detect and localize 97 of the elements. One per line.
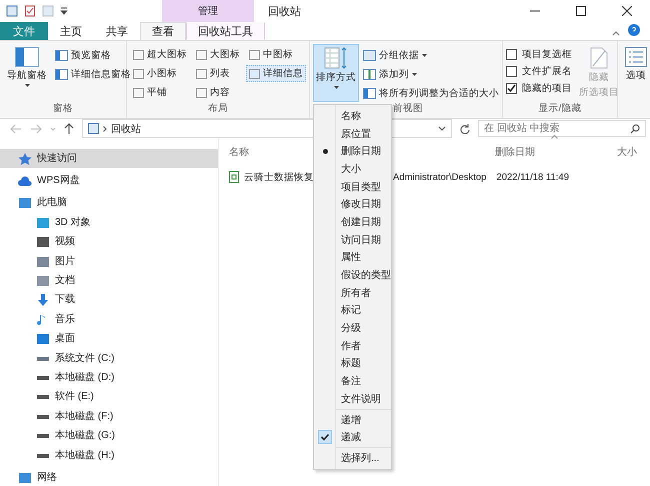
nav-item[interactable]: 本地磁盘 (H:) [0, 446, 218, 466]
layout-option[interactable]: 超大图标 [130, 46, 190, 63]
nav-item[interactable]: 本地磁盘 (F:) [0, 407, 218, 426]
dropdown-icon[interactable] [60, 5, 68, 17]
nav-item[interactable]: 3D 对象 [0, 213, 218, 233]
nav-item[interactable]: 视频 [0, 232, 218, 252]
group-label: 前视图 [393, 102, 423, 116]
navigation-pane-button[interactable]: 导航窗格 [3, 44, 51, 102]
maximize-icon[interactable] [576, 6, 586, 16]
caret-icon [422, 54, 427, 57]
layout-option[interactable]: 中图标 [246, 46, 306, 63]
ribbon-tab[interactable]: 文件 [0, 22, 48, 40]
nav-item[interactable]: 桌面 [0, 330, 218, 349]
menu-item[interactable]: 属性 [314, 248, 391, 266]
menu-item[interactable]: 项目类型 [314, 178, 391, 196]
file-name[interactable]: 云骑士数据恢复 [244, 170, 314, 184]
layout-option[interactable]: 平铺 [130, 84, 190, 101]
layout-option[interactable]: 详细信息 [246, 65, 306, 82]
star-icon [18, 152, 32, 165]
sort-indicator-icon [551, 135, 558, 139]
menu-item[interactable]: 修改日期 [314, 195, 391, 214]
ribbon-tab[interactable]: 主页 [48, 22, 94, 40]
caret-icon [412, 73, 417, 76]
menu-item[interactable]: 标记 [314, 302, 391, 320]
window-title: 回收站 [268, 4, 301, 18]
menu-item[interactable]: 递减 [314, 428, 391, 446]
menu-item[interactable]: 所有者 [314, 284, 391, 302]
details-pane-button[interactable]: 详细信息窗格 [54, 67, 132, 82]
menu-item[interactable]: 作者 [314, 336, 391, 355]
nav-item[interactable]: 文档 [0, 271, 218, 291]
group-label: 布局 [207, 102, 229, 116]
layout-option[interactable]: 内容 [193, 84, 243, 101]
nav-item[interactable]: 音乐 [0, 310, 218, 330]
close-icon[interactable] [622, 6, 632, 16]
nav-item[interactable]: 图片 [0, 252, 218, 272]
download-icon [36, 294, 50, 306]
menu-item[interactable]: 大小 [314, 160, 391, 178]
group-label: 显示/隐藏 [538, 102, 582, 116]
menu-item[interactable]: 递增 [314, 410, 391, 428]
ribbon-tab[interactable]: 查看 [140, 22, 186, 40]
nav-item[interactable]: 系统文件 (C:) [0, 348, 218, 368]
address-path[interactable]: 回收站 [111, 122, 141, 136]
table-cell-text: Administrator\Desktop [392, 172, 486, 182]
column-header[interactable]: 删除日期 [495, 145, 617, 159]
preview-pane-button[interactable]: 预览窗格 [54, 48, 112, 63]
dropdown-icon[interactable] [438, 126, 446, 132]
group-by-button[interactable]: 分组依据 [362, 48, 428, 63]
group-label: 窗格 [52, 102, 74, 116]
up-icon[interactable] [64, 122, 74, 134]
cloud-icon [18, 175, 32, 188]
menu-item[interactable]: 删除日期 [314, 142, 391, 160]
checkbox[interactable]: 隐藏的项目 [506, 82, 572, 95]
nav-item[interactable]: 本地磁盘 (D:) [0, 368, 218, 388]
search-icon [630, 124, 640, 134]
sort-by-button[interactable]: 排序方式 [313, 44, 359, 102]
check-icon [507, 84, 516, 93]
nav-item[interactable]: 本地磁盘 (G:) [0, 426, 218, 446]
group-label: 管理 [198, 5, 218, 18]
search-field[interactable]: 在 回收站 中搜索 [478, 120, 646, 137]
fit-columns-button[interactable]: 将所有列调整为合适的大小 [362, 86, 500, 101]
menu-item[interactable]: 文件说明 [314, 390, 391, 408]
layout-option[interactable]: 小图标 [130, 65, 190, 82]
options-icon [625, 47, 647, 67]
nav-item[interactable]: WPS网盘 [0, 171, 218, 191]
ribbon-tab[interactable]: 回收站工具 [186, 22, 265, 40]
caret-icon [334, 86, 338, 89]
table-cell-text: 2022/11/18 11:49 [496, 172, 570, 182]
chevron-icon[interactable] [103, 126, 107, 132]
nav-item[interactable]: 软件 (E:) [0, 388, 218, 408]
add-columns-button[interactable]: 添加列 [362, 67, 418, 82]
collapse-icon[interactable] [612, 30, 620, 36]
help-icon[interactable] [628, 24, 640, 36]
nav-item[interactable]: 下载 [0, 290, 218, 310]
menu-item[interactable]: 假设的类型 [314, 266, 391, 284]
layout-option[interactable]: 大图标 [193, 46, 243, 63]
menu-item[interactable]: 标题 [314, 354, 391, 372]
nav-item[interactable]: 网络 [0, 468, 218, 486]
checkbox[interactable]: 项目复选框 [506, 48, 572, 61]
checkbox[interactable]: 文件扩展名 [506, 65, 572, 78]
properties-icon[interactable] [24, 5, 36, 17]
menu-item[interactable]: 选择列... [314, 449, 391, 467]
menu-item[interactable]: 分级 [314, 319, 391, 337]
nav-item[interactable]: 此电脑 [0, 194, 218, 214]
nav-item[interactable]: 快速访问 [0, 149, 218, 168]
menu-item[interactable]: 访问日期 [314, 230, 391, 248]
layout-option[interactable]: 列表 [193, 65, 243, 82]
menu-item[interactable]: 创建日期 [314, 213, 391, 231]
menu-item[interactable]: 备注 [314, 372, 391, 390]
ribbon-tab[interactable]: 共享 [94, 22, 140, 40]
column-header[interactable]: 大小 [617, 145, 647, 159]
sort-icon [324, 47, 348, 69]
document-icon [590, 47, 608, 69]
caret-icon [24, 84, 30, 87]
file-icon [229, 171, 239, 183]
options-button[interactable]: 选项 [621, 44, 650, 118]
refresh-icon[interactable] [460, 124, 470, 134]
pane-icon [15, 47, 39, 67]
